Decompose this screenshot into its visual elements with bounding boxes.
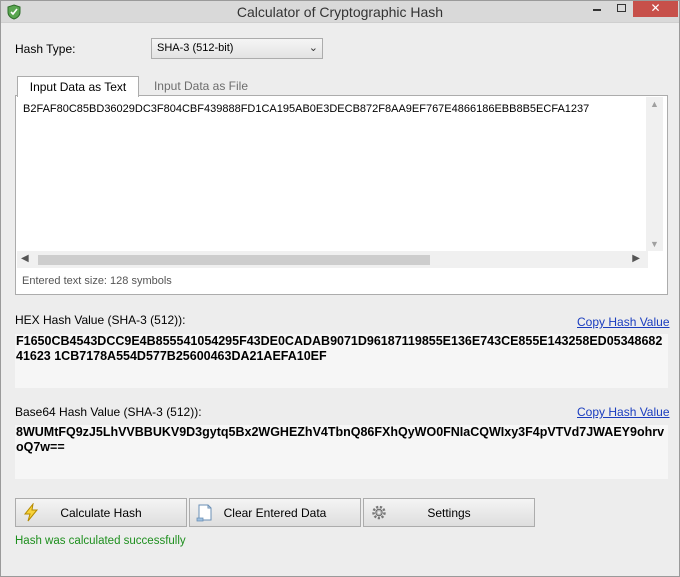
lightning-icon xyxy=(23,503,39,522)
clear-entered-data-button[interactable]: Clear Entered Data xyxy=(189,498,361,527)
minimize-button[interactable] xyxy=(585,1,609,17)
title-bar[interactable]: Calculator of Cryptographic Hash ✕ xyxy=(1,1,679,23)
gear-icon xyxy=(372,505,386,520)
tab-input-file[interactable]: Input Data as File xyxy=(141,76,261,96)
main-window: Calculator of Cryptographic Hash ✕ Hash … xyxy=(0,0,680,577)
entered-text-size: Entered text size: 128 symbols xyxy=(22,275,172,287)
copy-base64-hash-link[interactable]: Copy Hash Value xyxy=(577,405,670,419)
maximize-button[interactable] xyxy=(609,1,633,17)
scroll-up-icon[interactable]: ▲ xyxy=(646,99,663,109)
calculate-hash-button[interactable]: Calculate Hash xyxy=(15,498,187,527)
minimize-icon xyxy=(593,9,601,11)
close-button[interactable]: ✕ xyxy=(633,1,678,17)
clear-entered-data-label: Clear Entered Data xyxy=(223,506,327,520)
input-text-area[interactable]: B2FAF80C85BD36029DC3F804CBF439888FD1CA19… xyxy=(17,97,660,251)
hex-hash-value: F1650CB4543DCC9E4B855541054295F43DE0CADA… xyxy=(15,334,668,388)
copy-hex-hash-link[interactable]: Copy Hash Value xyxy=(577,315,670,329)
scroll-right-icon[interactable]: ▶ xyxy=(632,253,640,264)
settings-button[interactable]: Settings xyxy=(363,498,535,527)
horizontal-scrollbar[interactable]: ◀ ▶ xyxy=(17,251,648,268)
chevron-down-icon: ⌄ xyxy=(308,42,318,54)
close-icon: ✕ xyxy=(650,1,661,15)
document-icon xyxy=(196,504,212,522)
base64-hash-label: Base64 Hash Value (SHA-3 (512)): xyxy=(15,405,202,419)
base64-hash-value: 8WUMtFQ9zJ5LhVVBBUKV9D3gytq5Bx2WGHEZhV4T… xyxy=(15,425,668,479)
scroll-left-icon[interactable]: ◀ xyxy=(21,253,29,264)
window-title: Calculator of Cryptographic Hash xyxy=(236,4,444,20)
hex-hash-label: HEX Hash Value (SHA-3 (512)): xyxy=(15,313,186,327)
status-message: Hash was calculated successfully xyxy=(15,535,186,547)
horizontal-scroll-thumb[interactable] xyxy=(38,255,430,265)
input-tab-panel: B2FAF80C85BD36029DC3F804CBF439888FD1CA19… xyxy=(15,95,668,295)
tab-input-text[interactable]: Input Data as Text xyxy=(17,76,139,97)
calculate-hash-label: Calculate Hash xyxy=(60,506,142,520)
hash-type-label: Hash Type: xyxy=(15,42,76,56)
scroll-down-icon[interactable]: ▼ xyxy=(646,239,663,249)
hash-type-value: SHA-3 (512-bit) xyxy=(157,42,234,54)
maximize-icon xyxy=(616,4,626,12)
settings-label: Settings xyxy=(427,506,471,520)
hash-type-select[interactable]: SHA-3 (512-bit) ⌄ xyxy=(151,38,323,59)
vertical-scrollbar[interactable]: ▲ ▼ xyxy=(646,97,663,251)
